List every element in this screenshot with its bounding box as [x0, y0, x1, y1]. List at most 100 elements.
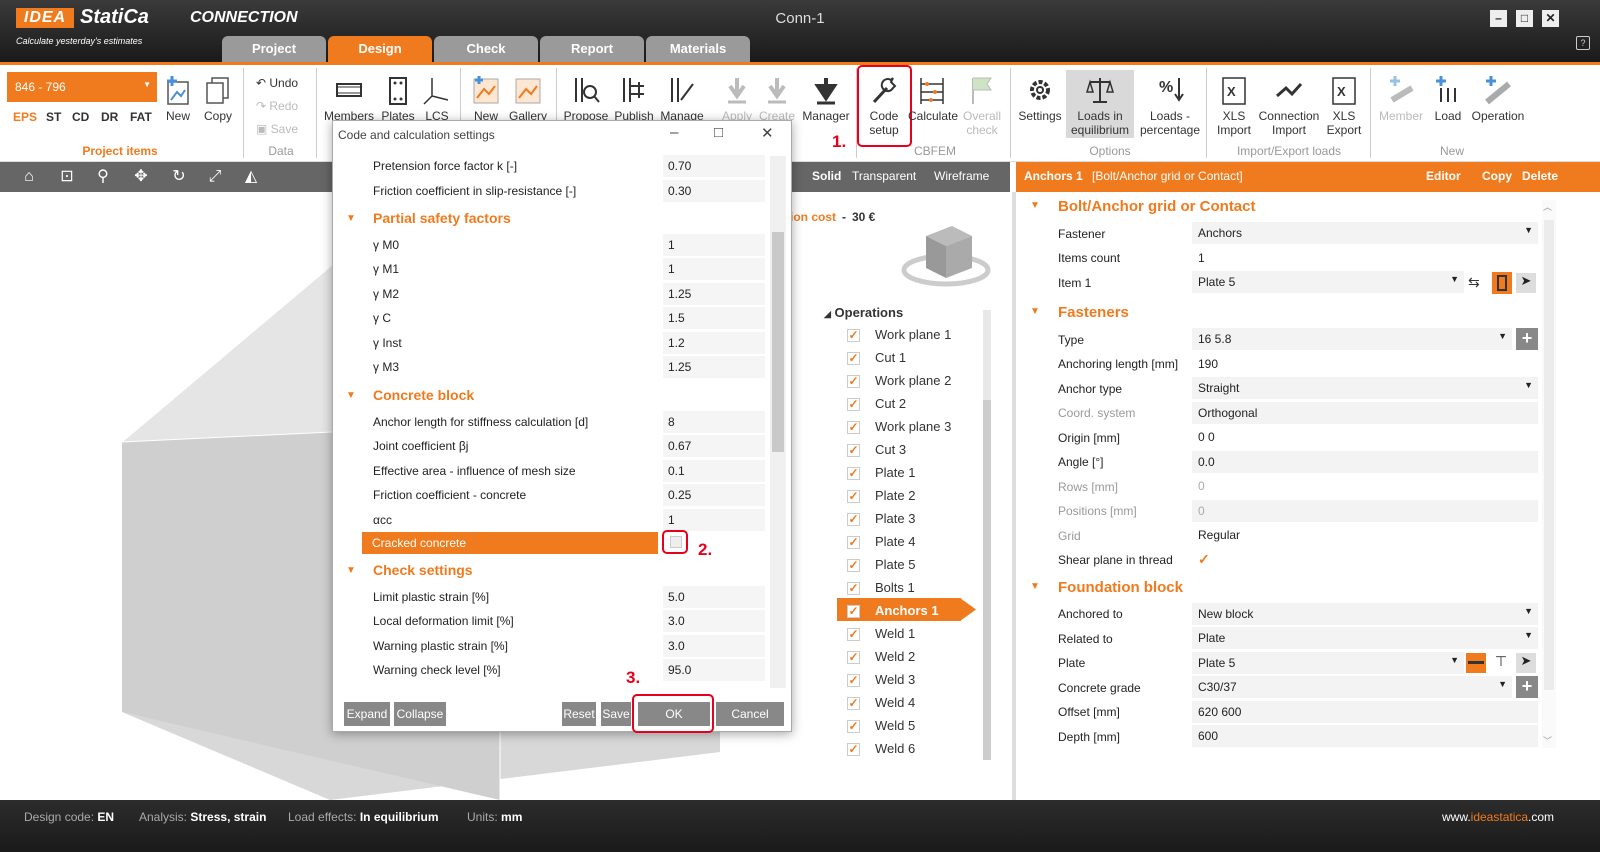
operation-checkbox[interactable]: ✓: [847, 582, 860, 595]
setting-value-input[interactable]: 0.25: [663, 484, 765, 506]
collapse-icon[interactable]: ▼: [1030, 581, 1040, 592]
xls-import-button[interactable]: X XLS Import: [1212, 74, 1256, 137]
scroll-up-icon[interactable]: ︿: [1543, 200, 1552, 213]
operation-item[interactable]: Plate 1: [875, 465, 915, 480]
manager-button[interactable]: Manager: [798, 74, 854, 123]
section-collapse-icon[interactable]: ▼: [346, 213, 356, 224]
plate-select[interactable]: Plate 5 ▼: [1192, 652, 1464, 674]
code-fat[interactable]: FAT: [130, 110, 152, 124]
add-bolt-type-button[interactable]: +: [1516, 328, 1538, 350]
select-cursor-icon[interactable]: ➤: [1516, 653, 1536, 673]
operations-scroll-thumb[interactable]: [983, 400, 991, 760]
collapse-icon[interactable]: ▼: [1030, 306, 1040, 317]
zoom-fit-icon[interactable]: ⤢: [204, 166, 226, 188]
anchoring-length-input[interactable]: 190: [1192, 353, 1538, 375]
type-select[interactable]: 16 5.8 ▼: [1192, 328, 1512, 350]
transparent-mode[interactable]: Transparent: [852, 169, 916, 183]
setting-value-input[interactable]: 1.25: [663, 356, 765, 378]
new-template-button[interactable]: New: [466, 74, 506, 123]
operation-checkbox[interactable]: ✓: [847, 674, 860, 687]
angle-input[interactable]: 0.0: [1192, 451, 1538, 473]
operation-checkbox[interactable]: ✓: [847, 743, 860, 756]
operation-item[interactable]: Plate 5: [875, 557, 915, 572]
operation-checkbox[interactable]: ✓: [847, 513, 860, 526]
wireframe-mode[interactable]: Wireframe: [934, 169, 989, 183]
fastener-select[interactable]: Anchors ▼: [1192, 222, 1538, 244]
setting-value-input[interactable]: 1.2: [663, 332, 765, 354]
operations-header[interactable]: ◢ Operations: [824, 305, 903, 320]
save-button[interactable]: ▣ Save: [256, 122, 298, 136]
setting-value-input[interactable]: 95.0: [663, 659, 765, 681]
setting-value-input[interactable]: 8: [663, 411, 765, 433]
collapse-button[interactable]: Collapse: [394, 702, 446, 726]
depth-input[interactable]: 600: [1192, 725, 1538, 747]
panel-scroll-thumb[interactable]: [1544, 220, 1554, 690]
offset-input[interactable]: 620 600: [1192, 701, 1538, 723]
plate-pick-icon[interactable]: [1466, 653, 1486, 673]
loads-percentage-button[interactable]: % Loads - percentage: [1138, 74, 1202, 137]
website-link[interactable]: www.ideastatica.com: [1442, 810, 1554, 824]
operation-checkbox[interactable]: ✓: [847, 628, 860, 641]
close-button[interactable]: ✕: [1542, 10, 1559, 27]
tab-project[interactable]: Project: [222, 36, 326, 62]
operation-checkbox[interactable]: ✓: [847, 490, 860, 503]
item1-select[interactable]: Plate 5 ▼: [1192, 271, 1464, 293]
minimize-button[interactable]: –: [1490, 10, 1507, 27]
zoom-icon[interactable]: ⚲: [92, 166, 114, 188]
operation-item[interactable]: Anchors 1: [875, 603, 939, 618]
dialog-maximize-icon[interactable]: □: [714, 124, 723, 141]
setting-value-input[interactable]: 1: [663, 258, 765, 280]
dialog-save-button[interactable]: Save: [601, 702, 631, 726]
operation-checkbox[interactable]: ✓: [847, 375, 860, 388]
tab-report[interactable]: Report: [540, 36, 644, 62]
operation-checkbox[interactable]: ✓: [847, 536, 860, 549]
loads-in-equilibrium-button[interactable]: Loads in equilibrium: [1066, 74, 1134, 137]
plates-button[interactable]: Plates: [378, 74, 418, 123]
operation-item[interactable]: Weld 5: [875, 718, 915, 733]
setting-value-input[interactable]: 0.67: [663, 435, 765, 457]
settings-button[interactable]: Settings: [1016, 74, 1064, 123]
tab-check[interactable]: Check: [434, 36, 538, 62]
coord-system-select[interactable]: Orthogonal: [1192, 402, 1538, 424]
select-cursor-icon[interactable]: ➤: [1516, 273, 1536, 293]
operation-item[interactable]: Weld 3: [875, 672, 915, 687]
operation-checkbox[interactable]: ✓: [847, 697, 860, 710]
new-operation-button[interactable]: Operation: [1468, 74, 1528, 123]
apply-button[interactable]: Apply: [716, 74, 758, 123]
operation-item[interactable]: Work plane 2: [875, 373, 951, 388]
editor-button[interactable]: Editor: [1426, 169, 1461, 183]
swap-icon[interactable]: ⇆: [1468, 274, 1480, 291]
setting-value-input[interactable]: 3.0: [663, 610, 765, 632]
pan-icon[interactable]: ✥: [130, 166, 152, 188]
xls-export-button[interactable]: X XLS Export: [1322, 74, 1366, 137]
project-item-select[interactable]: 846 - 796 ▼: [7, 72, 157, 102]
related-to-select[interactable]: Plate ▼: [1192, 627, 1538, 649]
operation-checkbox[interactable]: ✓: [847, 398, 860, 411]
help-icon[interactable]: ?: [1576, 36, 1590, 50]
undo-button[interactable]: ↶ Undo: [256, 76, 298, 90]
setting-value-input[interactable]: 1: [663, 509, 765, 531]
operation-item[interactable]: Cut 3: [875, 442, 906, 457]
operation-item[interactable]: Plate 2: [875, 488, 915, 503]
setting-value-input[interactable]: 5.0: [663, 586, 765, 608]
calculate-button[interactable]: Calculate: [908, 74, 958, 123]
section-collapse-icon[interactable]: ▼: [346, 565, 356, 576]
manage-button[interactable]: Manage: [658, 74, 706, 123]
redo-button[interactable]: ↷ Redo: [256, 99, 298, 113]
tab-design[interactable]: Design: [328, 36, 432, 62]
members-button[interactable]: Members: [322, 74, 376, 123]
anchor-type-select[interactable]: Straight ▼: [1192, 377, 1538, 399]
zoom-window-icon[interactable]: ⊡: [56, 166, 78, 188]
setting-value-input[interactable]: 0.30: [663, 180, 765, 202]
solid-mode[interactable]: Solid: [812, 169, 841, 183]
positions-input[interactable]: 0: [1192, 500, 1538, 522]
grid-select[interactable]: Regular: [1192, 524, 1538, 546]
view-3d-icon[interactable]: ◭: [240, 166, 262, 188]
maximize-button[interactable]: □: [1516, 10, 1533, 27]
operation-item[interactable]: Bolts 1: [875, 580, 915, 595]
dialog-scroll-thumb[interactable]: [772, 232, 784, 452]
navigation-cube-icon[interactable]: [900, 220, 992, 294]
origin-input[interactable]: 0 0: [1192, 426, 1538, 448]
panel-copy-button[interactable]: Copy: [1482, 169, 1512, 183]
new-item-button[interactable]: New: [160, 74, 196, 123]
